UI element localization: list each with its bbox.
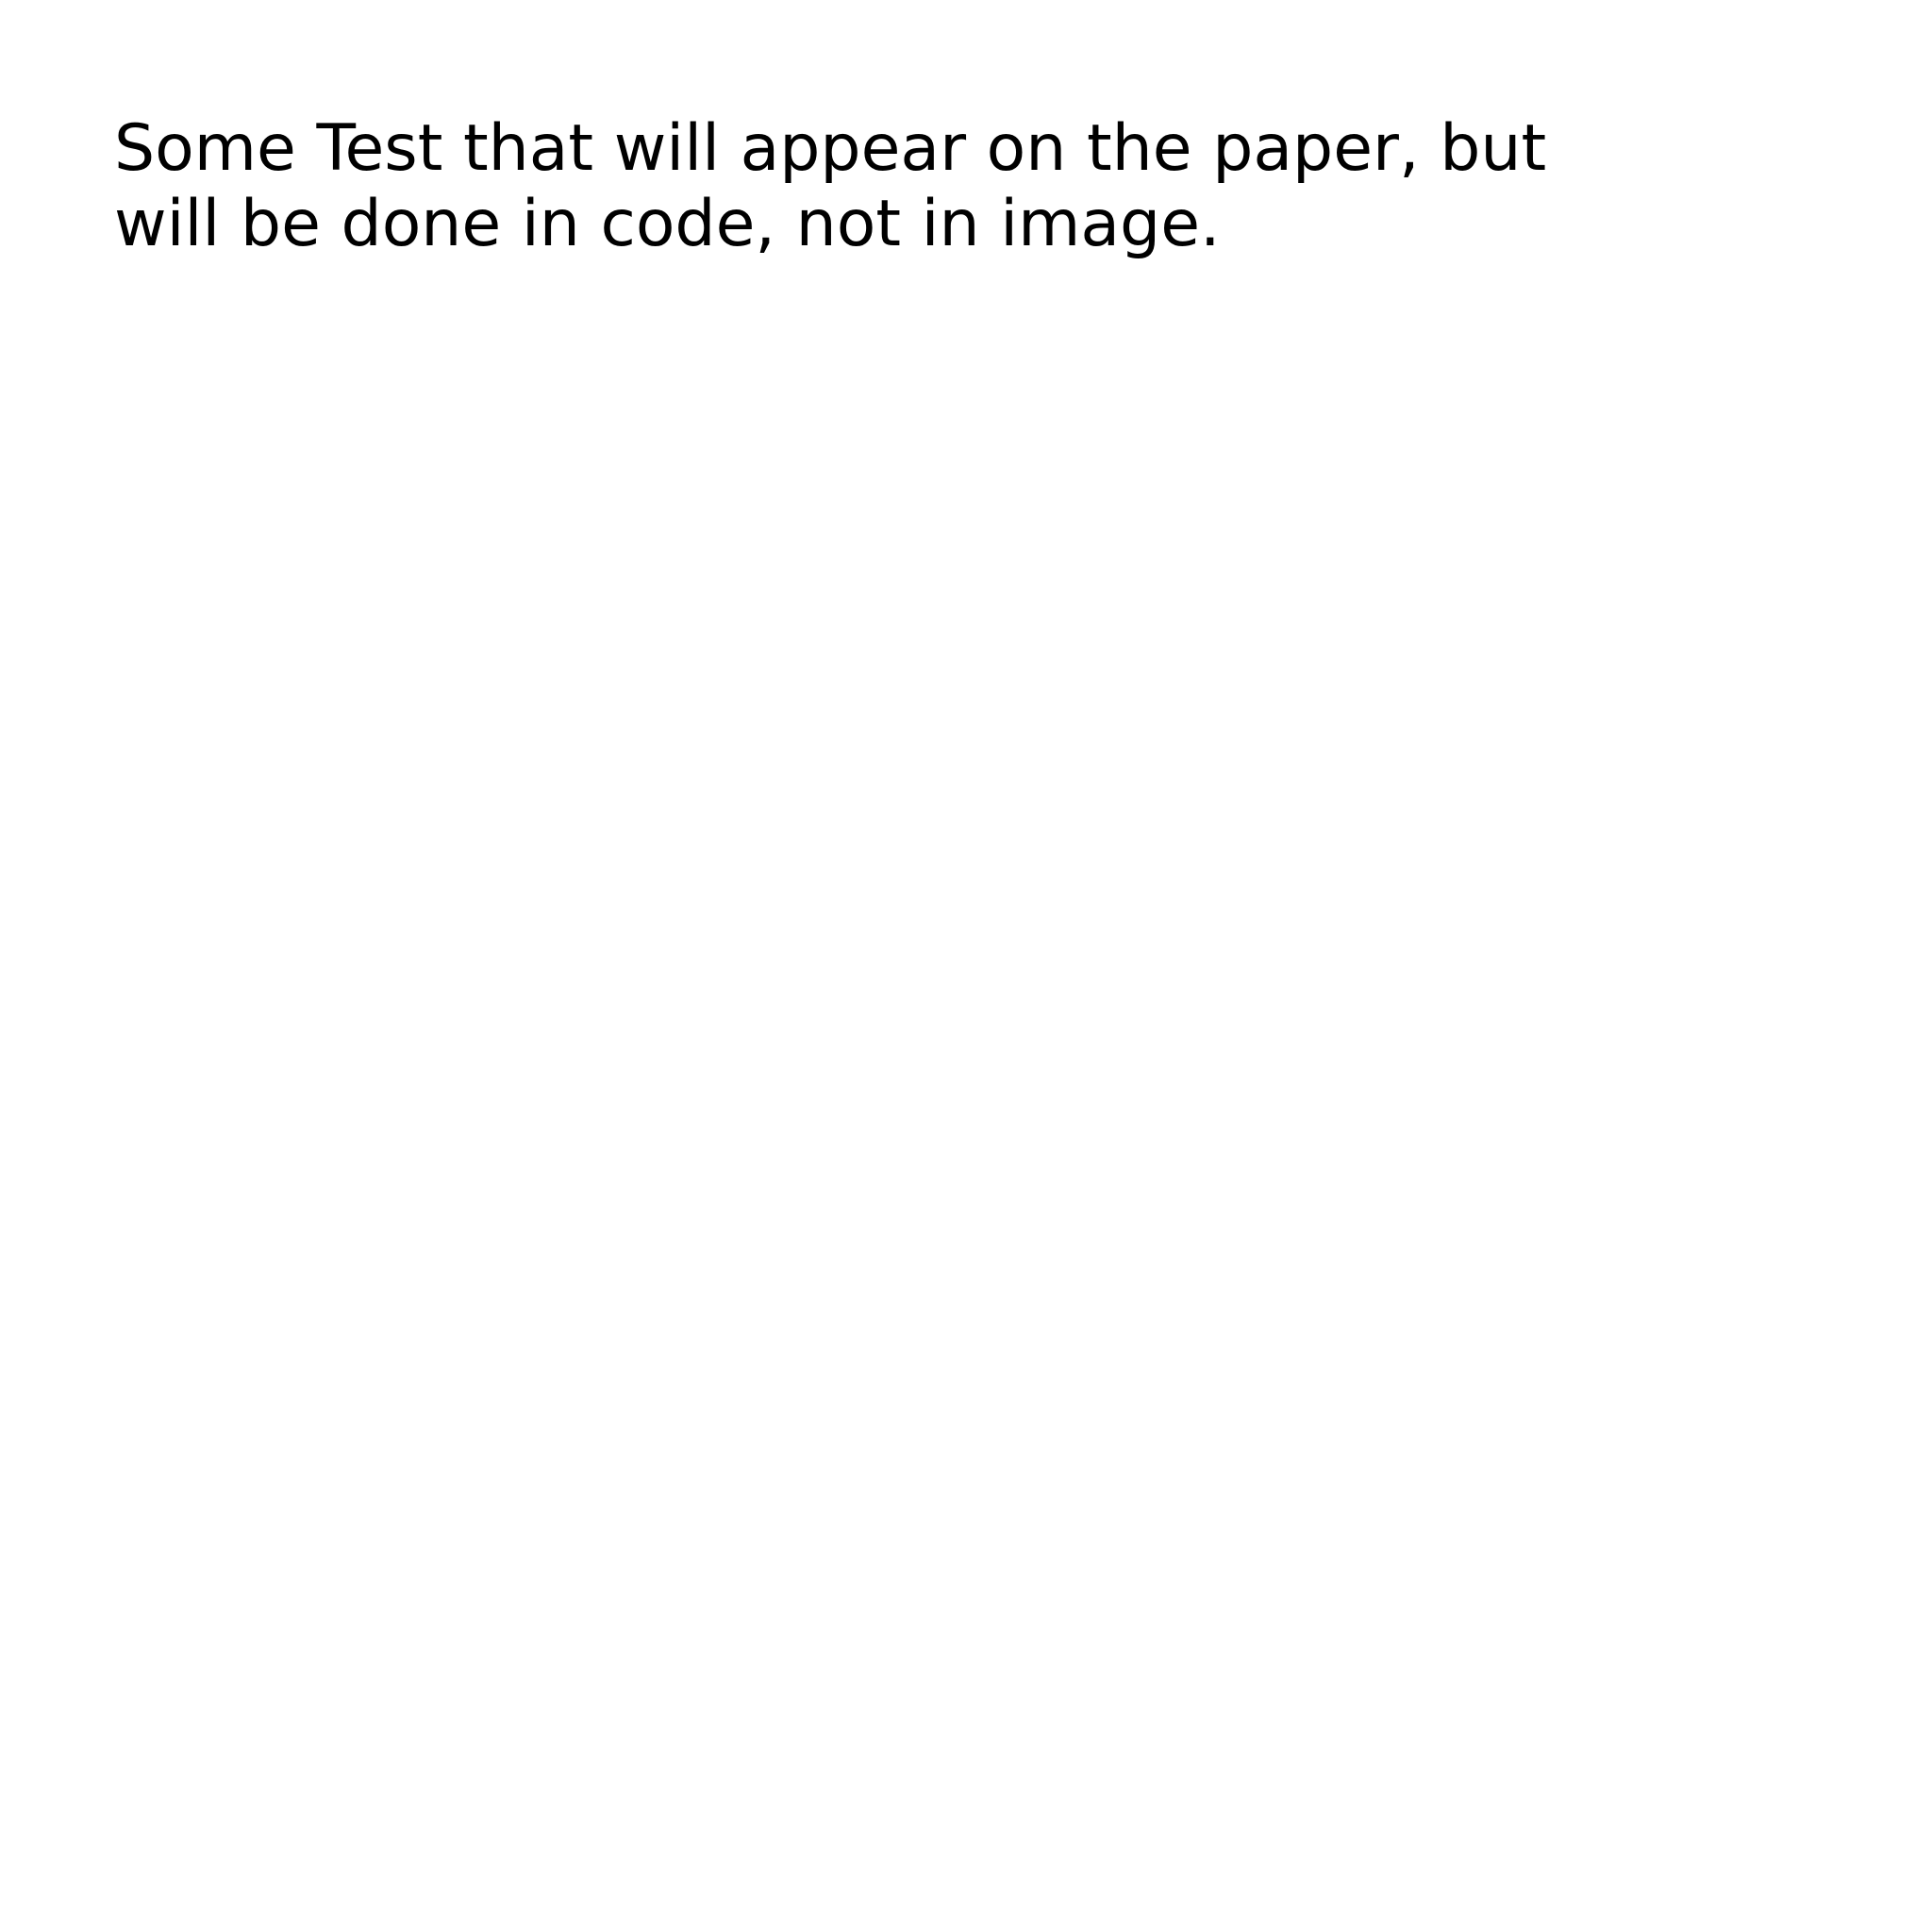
body-text: Some Test that will appear on the paper,…	[114, 111, 1718, 262]
text-line-2: will be done in code, not in image.	[114, 187, 1221, 261]
paper-page: Some Test that will appear on the paper,…	[0, 0, 1932, 1932]
text-line-1: Some Test that will appear on the paper,…	[114, 111, 1547, 186]
